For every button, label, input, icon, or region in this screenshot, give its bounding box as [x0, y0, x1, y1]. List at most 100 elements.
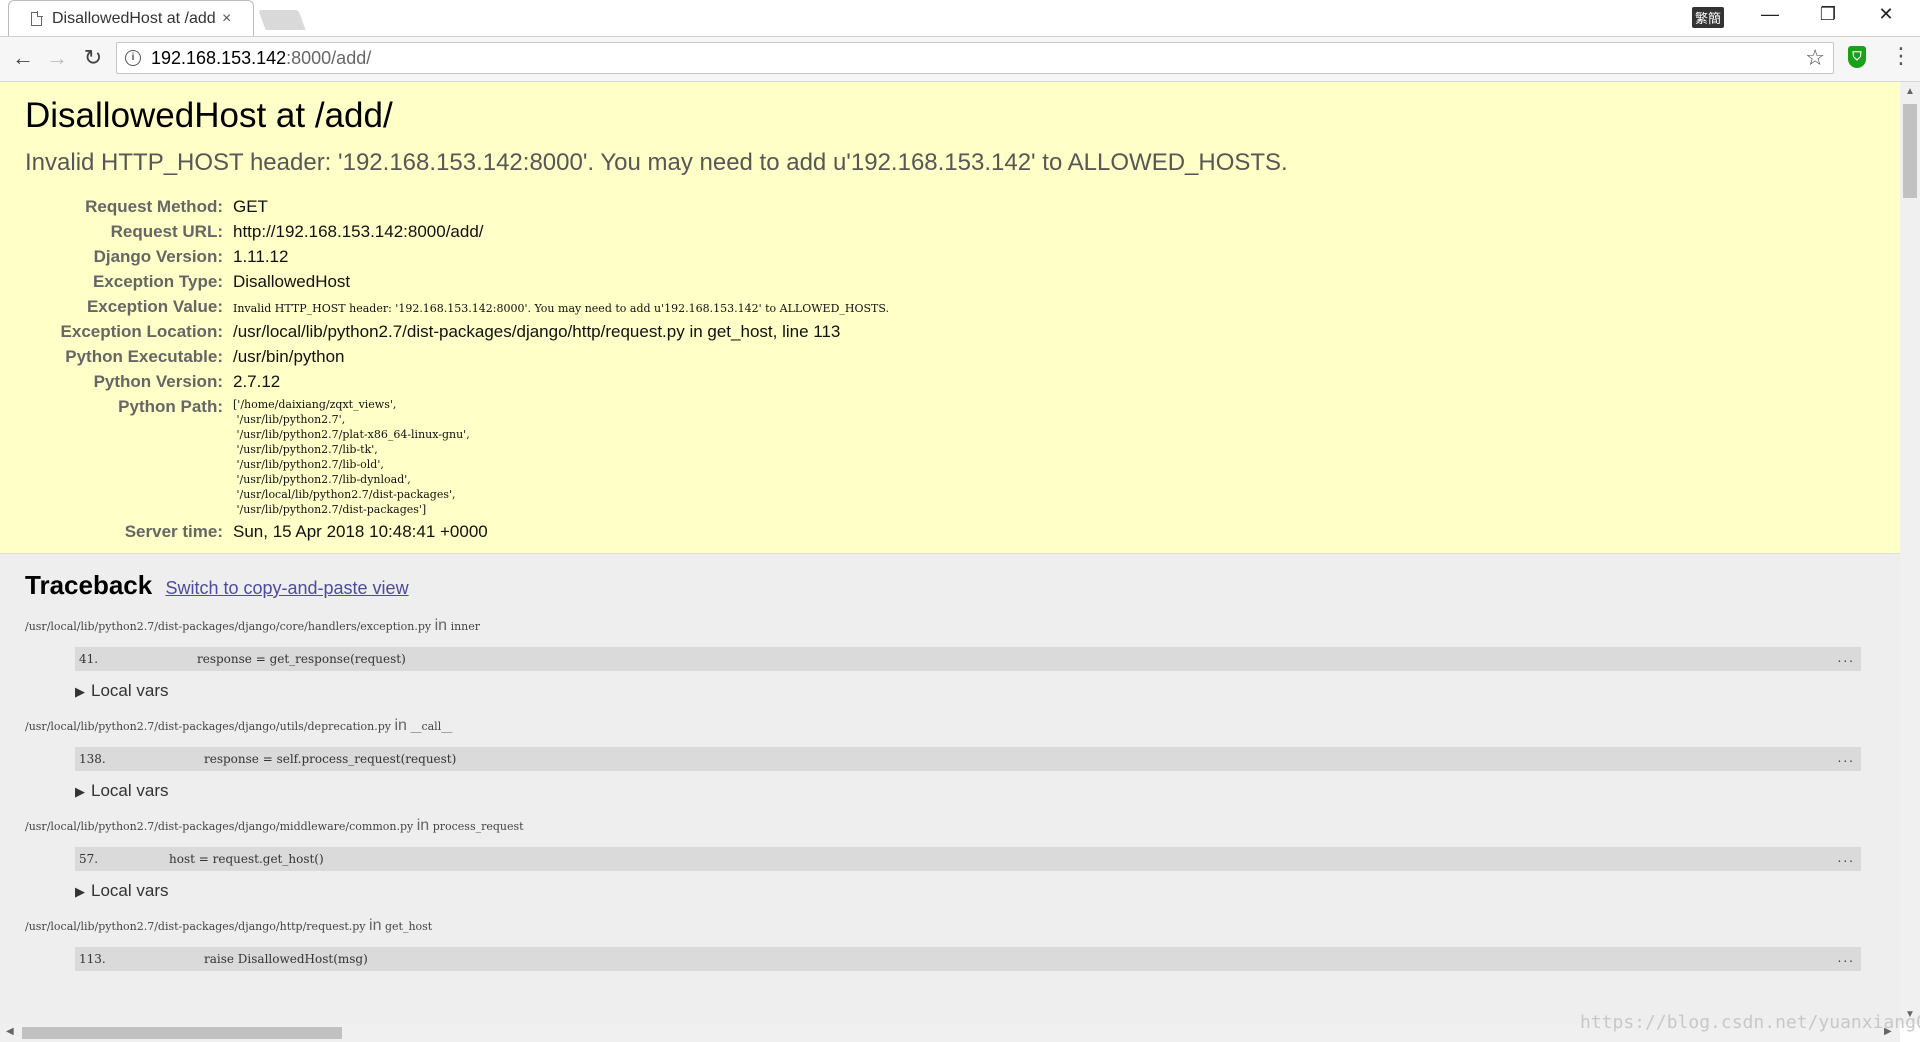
frame-file: /usr/local/lib/python2.7/dist-packages/d…: [25, 820, 414, 833]
expand-context-ellipsis[interactable]: ...: [1838, 751, 1855, 765]
meta-row-request-url: Request URL: http://192.168.153.142:8000…: [25, 219, 889, 244]
python-path-list: ['/home/daixiang/zqxt_views', '/usr/lib/…: [233, 394, 889, 519]
python-path-line: '/usr/lib/python2.7/lib-old',: [233, 458, 384, 471]
python-path-line: '/usr/lib/python2.7/plat-x86_64-linux-gn…: [233, 428, 470, 441]
close-window-button[interactable]: ✕: [1866, 4, 1906, 25]
meta-label: Exception Value:: [86, 297, 223, 316]
page-icon: [31, 10, 43, 26]
triangle-right-icon: ▶: [75, 884, 85, 899]
url-path: :8000/add/: [286, 47, 372, 68]
error-title: DisallowedHost at /add/: [25, 96, 393, 135]
meta-row-server-time: Server time: Sun, 15 Apr 2018 10:48:41 +…: [25, 519, 889, 544]
frame-file-path: /usr/local/lib/python2.7/dist-packages/d…: [25, 617, 1875, 635]
expand-context-ellipsis[interactable]: ...: [1838, 851, 1855, 865]
local-vars-label: Local vars: [91, 881, 169, 900]
switch-view-link[interactable]: Switch to copy-and-paste view: [165, 578, 408, 598]
error-summary: DisallowedHost at /add/ Invalid HTTP_HOS…: [0, 82, 1900, 554]
frame-in-word: in: [416, 817, 430, 834]
line-number: 41.: [79, 652, 99, 666]
error-subtitle: Invalid HTTP_HOST header: '192.168.153.1…: [25, 149, 1288, 176]
frame-in-word: in: [369, 917, 382, 934]
url-host: 192.168.153.142: [151, 47, 287, 68]
python-path-line: '/usr/lib/python2.7',: [233, 413, 346, 426]
meta-row-exception-type: Exception Type: DisallowedHost: [25, 269, 889, 294]
reload-button[interactable]: ↻: [78, 45, 108, 71]
frame-function: get_host: [384, 920, 433, 933]
python-path-line: ['/home/daixiang/zqxt_views',: [233, 398, 397, 411]
meta-label: Request URL:: [110, 222, 223, 241]
back-button[interactable]: ←: [8, 45, 38, 71]
frame-code-line[interactable]: 138. response = self.process_request(req…: [75, 747, 1861, 771]
page-viewport: DisallowedHost at /add/ Invalid HTTP_HOS…: [0, 82, 1900, 1024]
forward-button[interactable]: →: [42, 45, 72, 71]
frame-in-word: in: [394, 717, 407, 734]
meta-value: GET: [233, 197, 268, 216]
meta-label: Exception Location:: [60, 322, 223, 341]
frame-file-path: /usr/local/lib/python2.7/dist-packages/d…: [25, 717, 1875, 735]
extension-badge[interactable]: 繁簡: [1692, 7, 1725, 28]
meta-row-python-path: Python Path: ['/home/daixiang/zqxt_views…: [25, 394, 889, 519]
meta-label: Server time:: [124, 522, 223, 541]
vertical-scrollbar[interactable]: ▲ ▼: [1900, 82, 1920, 1024]
line-number: 113.: [79, 952, 106, 966]
expand-context-ellipsis[interactable]: ...: [1838, 951, 1855, 965]
new-tab-button[interactable]: [258, 10, 306, 30]
info-icon[interactable]: i: [125, 50, 141, 66]
frame-file: /usr/local/lib/python2.7/dist-packages/d…: [25, 720, 391, 733]
meta-value: 1.11.12: [233, 247, 289, 266]
traceback-heading: Traceback Switch to copy-and-paste view: [25, 570, 1875, 601]
frame-code-line[interactable]: 57. host = request.get_host() ...: [75, 847, 1861, 871]
meta-value: DisallowedHost: [233, 272, 351, 291]
meta-value: 2.7.12: [233, 372, 281, 391]
browser-tab[interactable]: DisallowedHost at /add/ ×: [8, 0, 254, 36]
python-path-line: '/usr/lib/python2.7/lib-tk',: [233, 443, 378, 456]
frame-file: /usr/local/lib/python2.7/dist-packages/d…: [25, 920, 366, 933]
meta-value: Sun, 15 Apr 2018 10:48:41 +0000: [233, 522, 488, 541]
scroll-up-arrow-icon[interactable]: ▲: [1900, 86, 1920, 97]
traceback-title: Traceback: [25, 570, 153, 600]
code-text: response = get_response(request): [197, 652, 406, 666]
watermark: https://blog.csdn.net/yuanxiang01: [1580, 1012, 1920, 1033]
triangle-right-icon: ▶: [75, 784, 85, 799]
meta-row-python-version: Python Version: 2.7.12: [25, 369, 889, 394]
meta-row-python-executable: Python Executable: /usr/bin/python: [25, 344, 889, 369]
local-vars-toggle[interactable]: ▶ Local vars: [75, 781, 1875, 801]
meta-value: /usr/local/lib/python2.7/dist-packages/d…: [233, 322, 841, 341]
meta-label: Python Executable:: [65, 347, 223, 366]
restore-button[interactable]: ❐: [1808, 4, 1848, 25]
request-meta-table: Request Method: GET Request URL: http://…: [25, 194, 890, 544]
triangle-right-icon: ▶: [75, 684, 85, 699]
meta-value: Invalid HTTP_HOST header: '192.168.153.1…: [233, 302, 890, 315]
line-number: 57.: [79, 852, 99, 866]
minimize-button[interactable]: —: [1750, 4, 1790, 25]
meta-value: /usr/bin/python: [233, 347, 345, 366]
scroll-left-arrow-icon[interactable]: ◀: [6, 1026, 14, 1037]
frame-function: process_request: [432, 820, 524, 833]
local-vars-label: Local vars: [91, 781, 169, 800]
meta-label: Python Version:: [93, 372, 223, 391]
python-path-line: '/usr/local/lib/python2.7/dist-packages'…: [233, 488, 456, 501]
python-path-line: '/usr/lib/python2.7/lib-dynload',: [233, 473, 411, 486]
bookmark-star-icon[interactable]: ☆: [1805, 45, 1825, 71]
shield-extension-icon[interactable]: ⛉: [1848, 46, 1866, 68]
meta-row-request-method: Request Method: GET: [25, 194, 889, 219]
vertical-scroll-thumb[interactable]: [1903, 104, 1917, 198]
meta-row-django-version: Django Version: 1.11.12: [25, 244, 889, 269]
frame-file-path: /usr/local/lib/python2.7/dist-packages/d…: [25, 817, 1875, 835]
python-path-line: '/usr/lib/python2.7/dist-packages']: [233, 503, 427, 516]
code-text: response = self.process_request(request): [204, 752, 457, 766]
code-text: raise DisallowedHost(msg): [204, 952, 368, 966]
line-number: 138.: [79, 752, 106, 766]
tab-close-icon[interactable]: ×: [222, 10, 231, 28]
local-vars-toggle[interactable]: ▶ Local vars: [75, 881, 1875, 901]
frame-code-line[interactable]: 113. raise DisallowedHost(msg) ...: [75, 947, 1861, 971]
address-bar[interactable]: i 192.168.153.142:8000/add/ ☆: [116, 42, 1834, 74]
frame-function: inner: [450, 620, 481, 633]
browser-toolbar: ← → ↻ i 192.168.153.142:8000/add/ ☆ ⛉ ⋮: [0, 37, 1920, 82]
expand-context-ellipsis[interactable]: ...: [1838, 651, 1855, 665]
browser-menu-icon[interactable]: ⋮: [1890, 43, 1912, 69]
frame-function: __call__: [410, 720, 453, 733]
horizontal-scroll-thumb[interactable]: [22, 1027, 342, 1039]
frame-code-line[interactable]: 41. response = get_response(request) ...: [75, 647, 1861, 671]
local-vars-toggle[interactable]: ▶ Local vars: [75, 681, 1875, 701]
